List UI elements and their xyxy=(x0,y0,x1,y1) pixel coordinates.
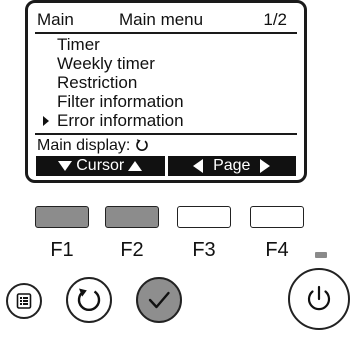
right-arrow-icon xyxy=(260,158,271,173)
header-main-label: Main xyxy=(37,10,74,29)
menu-item-filter-information[interactable]: Filter information xyxy=(35,92,297,111)
f4-label: F4 xyxy=(265,239,289,261)
header-page-indicator: 1/2 xyxy=(263,10,287,29)
down-arrow-icon xyxy=(58,160,73,171)
menu-item-label: Error information xyxy=(57,111,184,130)
screen-divider xyxy=(35,133,297,135)
up-arrow-icon xyxy=(128,160,143,171)
screen-header: Main Main menu 1/2 xyxy=(35,10,297,34)
f4-button[interactable] xyxy=(250,206,304,228)
power-button[interactable] xyxy=(288,268,350,330)
power-icon xyxy=(307,285,331,311)
f2-button[interactable] xyxy=(105,206,159,228)
header-title: Main menu xyxy=(119,10,204,29)
f3-button[interactable] xyxy=(177,206,231,228)
menu-list-icon xyxy=(16,293,32,309)
return-icon xyxy=(77,288,101,312)
main-display-hint: Main display: xyxy=(37,136,149,155)
return-button[interactable] xyxy=(66,277,112,323)
check-icon xyxy=(148,291,170,309)
f1-button[interactable] xyxy=(35,206,89,228)
f3-label: F3 xyxy=(192,239,216,261)
return-icon xyxy=(136,139,148,151)
menu-item-label: Restriction xyxy=(57,73,138,92)
soft-key-bar: Cursor Page xyxy=(36,156,296,176)
f1-label: F1 xyxy=(50,239,74,261)
menu-item-weekly-timer[interactable]: Weekly timer xyxy=(35,54,297,73)
menu-item-label: Timer xyxy=(57,35,100,54)
main-menu-list: Timer Weekly timer Restriction Filter in… xyxy=(35,35,297,130)
menu-item-label: Weekly timer xyxy=(57,54,155,73)
page-label: Page xyxy=(213,157,251,174)
selection-cursor-icon xyxy=(43,116,49,126)
operation-indicator-led xyxy=(315,252,327,258)
menu-button[interactable] xyxy=(6,283,42,319)
select-button[interactable] xyxy=(136,277,182,323)
lcd-screen: Main Main menu 1/2 Timer Weekly timer Re… xyxy=(25,0,307,183)
menu-item-restriction[interactable]: Restriction xyxy=(35,73,297,92)
page-soft-key: Page xyxy=(167,156,296,176)
cursor-soft-key: Cursor xyxy=(36,156,165,176)
f2-label: F2 xyxy=(120,239,144,261)
left-arrow-icon xyxy=(193,158,204,173)
menu-item-error-information[interactable]: Error information xyxy=(35,111,297,130)
cursor-label: Cursor xyxy=(76,157,125,174)
menu-item-label: Filter information xyxy=(57,92,184,111)
main-display-label: Main display: xyxy=(37,137,131,154)
menu-item-timer[interactable]: Timer xyxy=(35,35,297,54)
